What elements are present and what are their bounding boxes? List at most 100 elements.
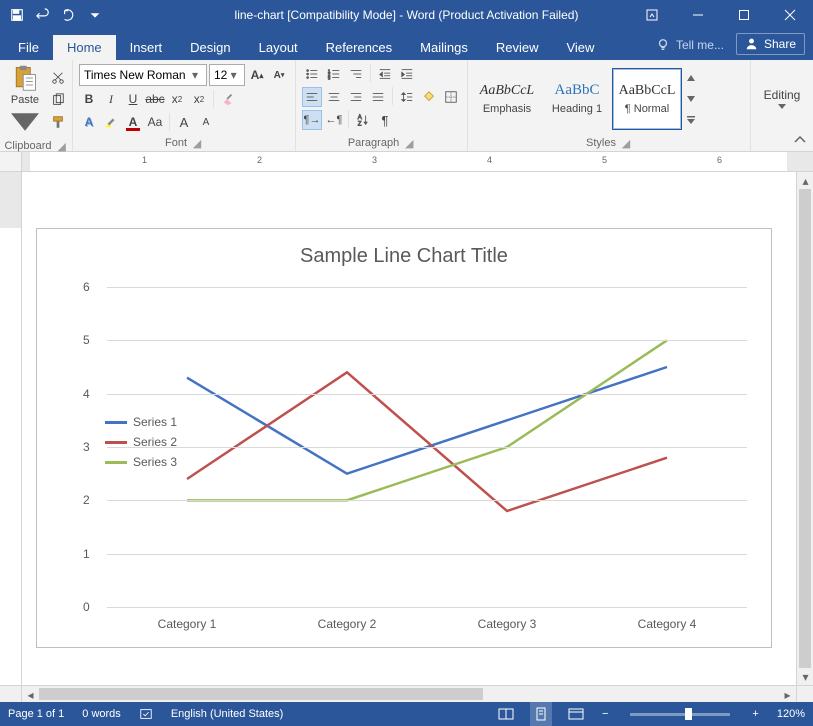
show-marks-button[interactable]: ¶: [375, 110, 395, 130]
zoom-in-button[interactable]: +: [750, 702, 760, 726]
shrink-font-alt-button[interactable]: A: [196, 112, 216, 132]
editing-button[interactable]: Editing: [755, 62, 809, 135]
tab-view[interactable]: View: [552, 35, 608, 60]
style-heading1[interactable]: AaBbC Heading 1: [542, 68, 612, 130]
cut-button[interactable]: [48, 68, 68, 88]
zoom-out-button[interactable]: −: [600, 702, 610, 726]
text-effects-button[interactable]: A: [79, 112, 99, 132]
styles-row-down[interactable]: [684, 89, 698, 109]
decrease-indent-button[interactable]: [375, 64, 395, 84]
italic-button[interactable]: I: [101, 89, 121, 109]
qa-customize-icon[interactable]: [84, 4, 106, 26]
ribbon-display-options-icon[interactable]: [629, 0, 675, 30]
styles-row-up[interactable]: [684, 68, 698, 88]
tab-review[interactable]: Review: [482, 35, 553, 60]
hscroll-thumb[interactable]: [39, 688, 483, 700]
ribbon: Paste Clipboard◢ Times New Roman▾ 12▾ A▴…: [0, 60, 813, 152]
chart-object[interactable]: Sample Line Chart Title Series 1Series 2…: [36, 228, 772, 648]
font-name-combo[interactable]: Times New Roman▾: [79, 64, 207, 86]
format-painter-button[interactable]: [48, 112, 68, 132]
font-size-combo[interactable]: 12▾: [209, 64, 245, 86]
change-case-button[interactable]: Aa: [145, 112, 165, 132]
align-right-button[interactable]: [346, 87, 366, 107]
vertical-scrollbar[interactable]: ▴ ▾: [796, 172, 813, 685]
ltr-direction-button[interactable]: ¶→: [302, 110, 322, 130]
bullets-button[interactable]: [302, 64, 322, 84]
zoom-level[interactable]: 120%: [775, 702, 807, 726]
spellcheck-status[interactable]: [137, 702, 155, 726]
shading-button[interactable]: [419, 87, 439, 107]
rtl-direction-button[interactable]: ←¶: [324, 110, 344, 130]
close-button[interactable]: [767, 0, 813, 30]
clipboard-dialog-launcher[interactable]: ◢: [56, 140, 68, 152]
tab-design[interactable]: Design: [176, 35, 244, 60]
word-count-status[interactable]: 0 words: [80, 702, 123, 726]
scroll-right-button[interactable]: ▸: [779, 686, 796, 703]
horizontal-scrollbar[interactable]: ◂ ▸: [22, 685, 796, 702]
chevron-down-icon: ▾: [188, 68, 202, 82]
grow-font-alt-button[interactable]: A: [174, 112, 194, 132]
horizontal-ruler[interactable]: 123456: [0, 152, 813, 172]
underline-button[interactable]: U: [123, 89, 143, 109]
styles-dialog-launcher[interactable]: ◢: [620, 137, 632, 149]
read-mode-button[interactable]: [496, 702, 516, 726]
paragraph-dialog-launcher[interactable]: ◢: [403, 137, 415, 149]
paste-button[interactable]: Paste: [7, 62, 43, 138]
share-button[interactable]: Share: [736, 33, 805, 55]
style-emphasis[interactable]: AaBbCcL Emphasis: [472, 68, 542, 130]
group-font: Times New Roman▾ 12▾ A▴ A▾ B I U abc x2 …: [73, 60, 296, 151]
zoom-slider-knob[interactable]: [685, 708, 692, 720]
svg-text:Z: Z: [358, 120, 362, 127]
ribbon-tabs: File Home Insert Design Layout Reference…: [0, 30, 813, 60]
tab-file[interactable]: File: [4, 35, 53, 60]
language-status[interactable]: English (United States): [169, 702, 286, 726]
line-spacing-button[interactable]: [397, 87, 417, 107]
font-color-button[interactable]: A: [123, 112, 143, 132]
tab-layout[interactable]: Layout: [245, 35, 312, 60]
collapse-ribbon-button[interactable]: [791, 133, 809, 147]
multilevel-list-button[interactable]: [346, 64, 366, 84]
style-normal[interactable]: AaBbCcL ¶ Normal: [612, 68, 682, 130]
justify-button[interactable]: [368, 87, 388, 107]
redo-icon[interactable]: [58, 4, 80, 26]
undo-icon[interactable]: [32, 4, 54, 26]
bold-button[interactable]: B: [79, 89, 99, 109]
numbering-button[interactable]: 123: [324, 64, 344, 84]
align-left-button[interactable]: [302, 87, 322, 107]
styles-more-button[interactable]: [684, 110, 698, 130]
group-paragraph: 123 ¶→ ←¶: [296, 60, 468, 151]
scroll-up-button[interactable]: ▴: [797, 172, 813, 189]
increase-indent-button[interactable]: [397, 64, 417, 84]
shrink-font-button[interactable]: A▾: [269, 65, 289, 85]
page-number-status[interactable]: Page 1 of 1: [6, 702, 66, 726]
legend-item: Series 3: [105, 455, 177, 469]
tell-me-search[interactable]: Tell me...: [646, 38, 734, 52]
web-layout-button[interactable]: [566, 702, 586, 726]
font-dialog-launcher[interactable]: ◢: [191, 137, 203, 149]
zoom-slider[interactable]: [630, 713, 730, 716]
tab-insert[interactable]: Insert: [116, 35, 177, 60]
tab-references[interactable]: References: [312, 35, 406, 60]
tab-mailings[interactable]: Mailings: [406, 35, 482, 60]
align-center-button[interactable]: [324, 87, 344, 107]
scroll-down-button[interactable]: ▾: [797, 668, 813, 685]
strikethrough-button[interactable]: abc: [145, 89, 165, 109]
subscript-button[interactable]: x2: [167, 89, 187, 109]
scroll-left-button[interactable]: ◂: [22, 686, 39, 703]
page[interactable]: Sample Line Chart Title Series 1Series 2…: [22, 172, 796, 685]
print-layout-button[interactable]: [530, 702, 552, 726]
clear-formatting-button[interactable]: [218, 89, 238, 109]
grow-font-button[interactable]: A▴: [247, 65, 267, 85]
tab-home[interactable]: Home: [53, 35, 116, 60]
superscript-button[interactable]: x2: [189, 89, 209, 109]
maximize-button[interactable]: [721, 0, 767, 30]
sort-button[interactable]: AZ: [353, 110, 373, 130]
minimize-button[interactable]: [675, 0, 721, 30]
vertical-ruler[interactable]: [0, 172, 22, 685]
vscroll-thumb[interactable]: [799, 189, 811, 668]
highlight-button[interactable]: [101, 112, 121, 132]
borders-button[interactable]: [441, 87, 461, 107]
save-icon[interactable]: [6, 4, 28, 26]
copy-button[interactable]: [48, 90, 68, 110]
person-icon: [745, 37, 758, 50]
